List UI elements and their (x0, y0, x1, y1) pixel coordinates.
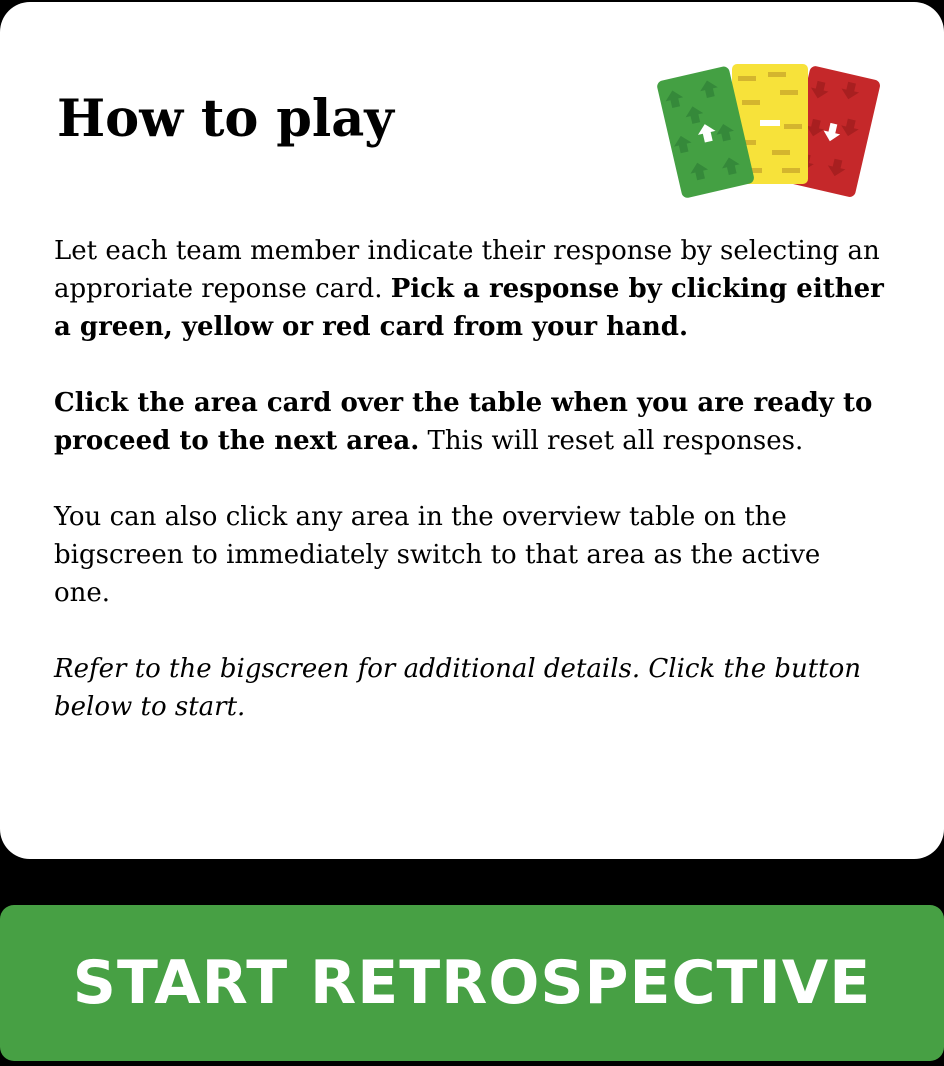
instruction-text: This will reset all responses. (419, 426, 804, 456)
response-cards-icon (657, 64, 880, 198)
instruction-note: Refer to the bigscreen for additional de… (54, 654, 862, 722)
instruction-paragraph-2: Click the area card over the table when … (54, 384, 884, 460)
start-retrospective-button[interactable]: START RETROSPECTIVE (0, 905, 944, 1061)
instructions: Let each team member indicate their resp… (54, 232, 884, 764)
page-title: How to play (57, 89, 394, 149)
instruction-paragraph-1: Let each team member indicate their resp… (54, 232, 884, 346)
how-to-play-panel: How to play Let each team member indicat… (0, 2, 944, 859)
instruction-paragraph-3: You can also click any area in the overv… (54, 502, 821, 608)
instruction-paragraph-4: Refer to the bigscreen for additional de… (54, 650, 884, 726)
